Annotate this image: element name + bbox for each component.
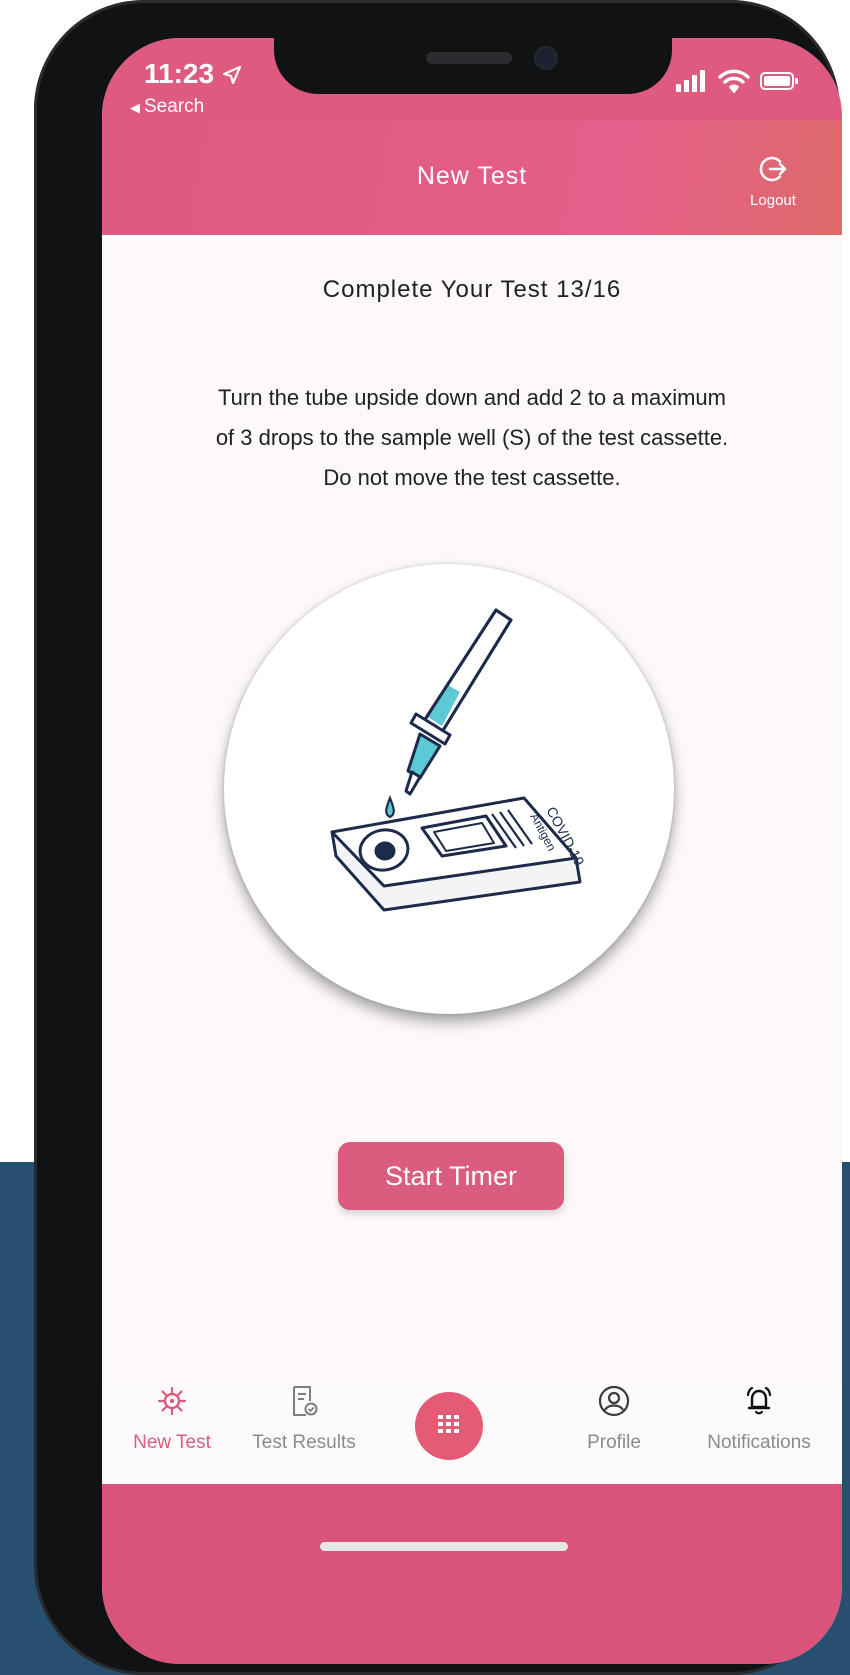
grid-menu-icon	[438, 1415, 460, 1437]
tab-label: Notifications	[707, 1432, 811, 1453]
nav-header: New Test Logout	[102, 120, 842, 235]
speaker-grille	[426, 52, 512, 64]
status-time-text: 11:23	[144, 58, 215, 89]
instruction-line: Do not move the test cassette.	[323, 465, 621, 490]
back-to-search-link[interactable]: ◀ Search	[130, 96, 204, 118]
instructions-text: Turn the tube upside down and add 2 to a…	[150, 378, 794, 498]
tab-label: New Test	[133, 1432, 211, 1453]
instruction-line: Turn the tube upside down and add 2 to a…	[218, 385, 726, 410]
logout-icon	[758, 156, 788, 188]
status-time: 11:23	[144, 58, 242, 90]
tab-label: Profile	[587, 1432, 641, 1453]
status-icons	[676, 68, 806, 94]
logout-button[interactable]: Logout	[738, 154, 808, 209]
start-timer-button[interactable]: Start Timer	[338, 1142, 564, 1210]
tab-profile[interactable]: Profile	[544, 1384, 684, 1454]
center-menu-button[interactable]	[415, 1392, 483, 1460]
phone-screen: 11:23 ◀ Search New Test Logout Complete …	[102, 38, 842, 1664]
dropper-cassette-illustration: COVID-19 Antigen	[330, 608, 588, 912]
wifi-icon	[718, 68, 750, 98]
status-bar: 11:23 ◀ Search	[102, 38, 842, 130]
virus-icon	[102, 1384, 242, 1418]
back-link-label: Search	[144, 96, 205, 117]
phone-notch	[274, 38, 672, 94]
test-illustration: COVID-19 Antigen	[224, 564, 674, 1014]
front-camera	[536, 48, 556, 68]
battery-icon	[760, 72, 798, 90]
tab-test-results[interactable]: Test Results	[234, 1384, 374, 1454]
document-check-icon	[234, 1384, 374, 1418]
tab-bar: New Test Test Results Profile Notificati…	[102, 1384, 842, 1484]
location-arrow-icon	[216, 63, 242, 88]
page-title: New Test	[416, 162, 528, 190]
back-arrow-icon: ◀	[130, 100, 140, 115]
bottom-strip	[102, 1484, 842, 1664]
tab-label: Test Results	[252, 1432, 356, 1453]
tab-notifications[interactable]: Notifications	[689, 1384, 829, 1454]
logout-label: Logout	[750, 192, 796, 209]
cellular-signal-icon	[676, 70, 706, 92]
user-circle-icon	[544, 1384, 684, 1418]
home-indicator[interactable]	[320, 1542, 568, 1551]
dropper-icon	[404, 608, 513, 796]
phone-frame: 11:23 ◀ Search New Test Logout Complete …	[34, 0, 842, 1675]
drop-icon	[385, 795, 395, 819]
bell-icon	[689, 1384, 829, 1418]
step-title: Complete Your Test 13/16	[322, 276, 622, 303]
instruction-line: of 3 drops to the sample well (S) of the…	[215, 425, 729, 450]
tab-new-test[interactable]: New Test	[102, 1384, 242, 1454]
